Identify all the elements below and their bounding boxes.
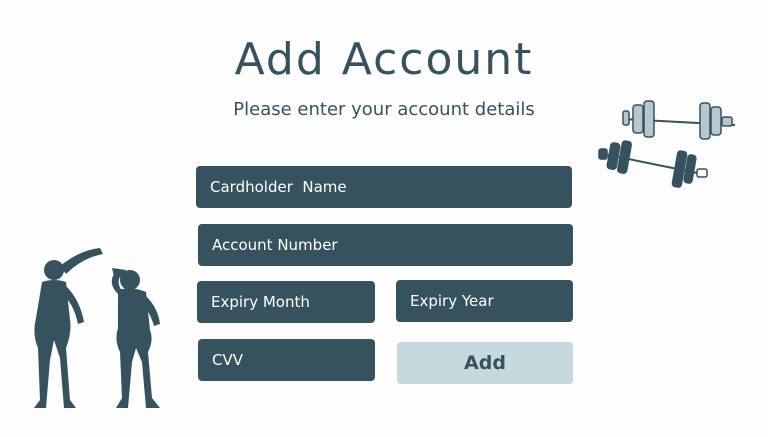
athletes-silhouette-icon — [34, 248, 160, 408]
page-title: Add Account — [234, 34, 534, 85]
add-button[interactable]: Add — [397, 342, 573, 384]
cardholder-name-field[interactable] — [196, 166, 572, 208]
cvv-field[interactable] — [198, 339, 375, 381]
add-account-page: Add Account Please enter your account de… — [0, 0, 768, 437]
expiry-month-field[interactable] — [197, 281, 375, 323]
dumbbells-icon — [598, 100, 736, 188]
account-number-field[interactable] — [198, 224, 573, 266]
expiry-year-field[interactable] — [396, 280, 573, 322]
